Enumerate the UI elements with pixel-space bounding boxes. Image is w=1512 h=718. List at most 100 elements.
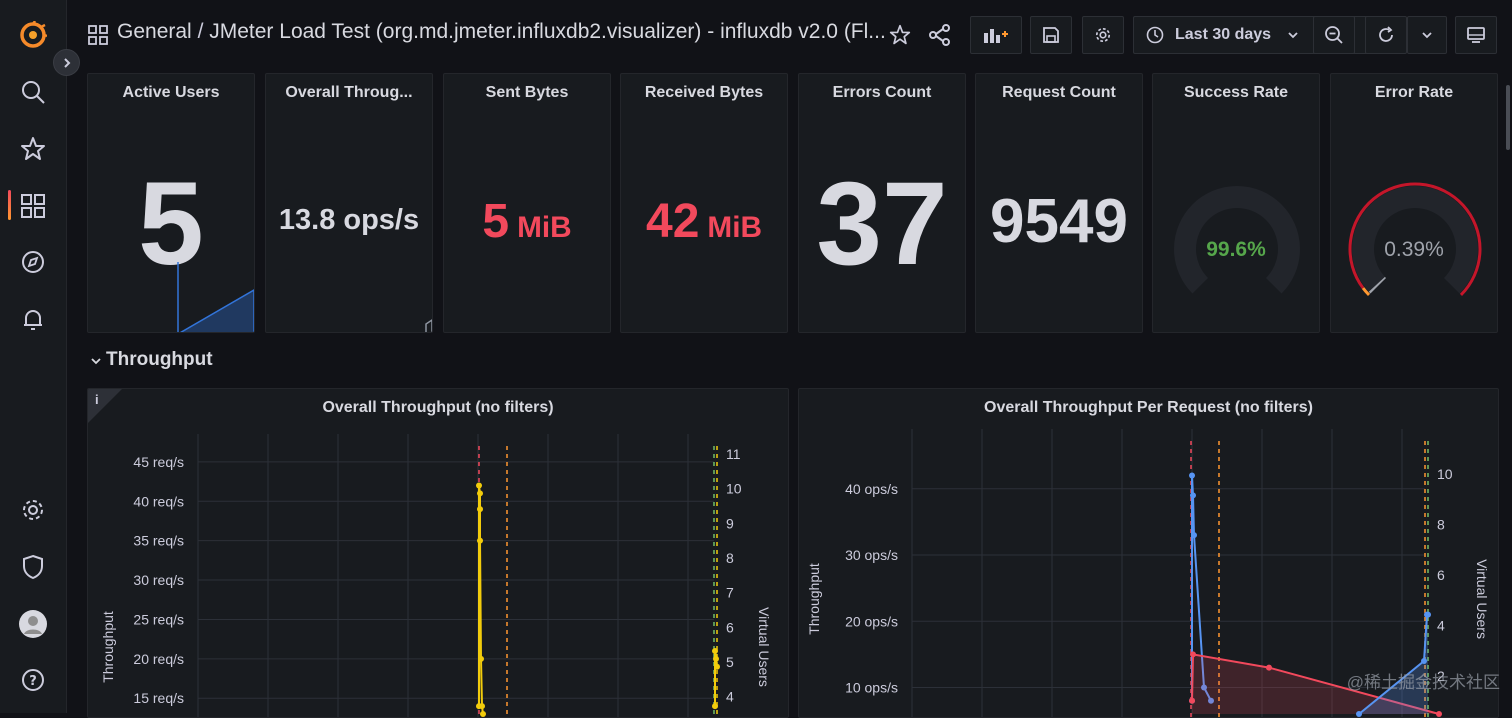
series-point	[1191, 532, 1197, 538]
stat-panel: Success Rate 99.6%	[1152, 73, 1320, 333]
stat-title[interactable]: Success Rate	[1153, 84, 1319, 102]
refresh-interval-dropdown[interactable]	[1407, 16, 1447, 54]
stat-value-unit: MiB	[707, 211, 762, 244]
series-point	[476, 483, 482, 489]
help-icon[interactable]: ?	[18, 665, 48, 695]
sidebar: ?	[0, 0, 67, 713]
zoom-out-icon	[1324, 25, 1344, 45]
refresh-icon	[1376, 25, 1396, 45]
explore-compass-icon[interactable]	[18, 247, 48, 277]
stat-title[interactable]: Request Count	[976, 84, 1142, 102]
avatar[interactable]	[18, 609, 48, 639]
throughput-chart[interactable]: 45 req/s40 req/s35 req/s30 req/s25 req/s…	[88, 389, 789, 718]
stat-title[interactable]: Sent Bytes	[444, 84, 610, 102]
series-point	[480, 711, 486, 717]
scrollbar[interactable]	[1506, 85, 1510, 150]
gear-icon[interactable]	[18, 495, 48, 525]
y-tick-label: 20 ops/s	[845, 613, 898, 629]
svg-text:?: ?	[29, 674, 37, 689]
y-tick-label: 25 req/s	[133, 611, 184, 627]
search-icon[interactable]	[18, 77, 48, 107]
share-icon[interactable]	[925, 20, 955, 50]
y2-tick-label: 8	[1437, 517, 1445, 533]
top-navbar: General / JMeter Load Test (org.md.jmete…	[67, 0, 1512, 70]
stat-panel: Error Rate 0.39%	[1330, 73, 1498, 333]
stat-value: 0.39%	[1331, 238, 1497, 262]
series-line	[479, 486, 483, 714]
settings-gear-icon	[1094, 26, 1112, 44]
row-collapse-icon[interactable]	[90, 354, 102, 372]
stat-value: 99.6%	[1153, 238, 1319, 262]
stat-value: 9549	[976, 186, 1142, 257]
stat-panel: Overall Throug...13.8 ops/s	[265, 73, 433, 333]
y2-tick-label: 8	[726, 550, 734, 566]
watermark: @稀土掘金技术社区	[1347, 668, 1500, 693]
chevron-down-icon	[1421, 29, 1433, 41]
grafana-logo-icon[interactable]	[18, 20, 48, 50]
y2-tick-label: 7	[726, 585, 734, 601]
breadcrumb-separator: /	[198, 20, 204, 43]
breadcrumb: General / JMeter Load Test (org.md.jmete…	[117, 20, 897, 44]
y-tick-label: 35 req/s	[133, 533, 184, 549]
stat-panel: Request Count 9549	[975, 73, 1143, 333]
clock-icon	[1146, 26, 1164, 44]
series-point	[713, 656, 719, 662]
y2-tick-label: 11	[726, 446, 741, 462]
y2-tick-label: 10	[726, 481, 742, 497]
dashboards-icon[interactable]	[18, 191, 48, 221]
series-point	[714, 664, 720, 670]
y-tick-label: 40 ops/s	[845, 481, 898, 497]
y2-tick-label: 9	[726, 515, 734, 531]
favorite-star-icon[interactable]	[885, 20, 915, 50]
stat-value-unit: MiB	[517, 211, 572, 244]
y-axis-label: Throughput	[100, 611, 116, 683]
series-point	[1189, 698, 1195, 704]
series-point	[712, 703, 718, 709]
series-point	[1436, 711, 1442, 717]
dashboard-grid-icon	[88, 25, 108, 50]
series-point	[1266, 665, 1272, 671]
series-point	[1421, 658, 1427, 664]
series-point	[477, 506, 483, 512]
stat-value-number: 37	[816, 158, 947, 290]
stat-title[interactable]: Received Bytes	[621, 84, 787, 102]
sparkline	[88, 74, 255, 333]
monitor-icon	[1466, 26, 1486, 44]
y2-tick-label: 5	[726, 654, 734, 670]
y-tick-label: 15 req/s	[133, 690, 184, 706]
series-point	[1425, 612, 1431, 618]
chevron-right-icon	[61, 57, 73, 69]
stat-value-number: 42	[646, 195, 699, 248]
stat-value: 42MiB	[621, 194, 787, 249]
shield-icon[interactable]	[18, 552, 48, 582]
expand-sidebar-button[interactable]	[53, 49, 80, 76]
stat-title[interactable]: Errors Count	[799, 84, 965, 102]
stat-value-number: 5	[482, 195, 509, 248]
sparkline	[266, 74, 433, 333]
alerting-bell-icon[interactable]	[18, 304, 48, 334]
series-point	[478, 656, 484, 662]
sparkline-area	[178, 262, 254, 333]
refresh-button[interactable]	[1365, 16, 1407, 54]
stat-value: 5MiB	[444, 194, 610, 249]
panel-overall-throughput: i Overall Throughput (no filters) 45 req…	[87, 388, 789, 718]
breadcrumb-folder[interactable]: General	[117, 20, 192, 43]
row-title-throughput[interactable]: Throughput	[106, 349, 213, 371]
time-range-label: Last 30 days	[1175, 26, 1271, 44]
y2-tick-label: 6	[1437, 567, 1445, 583]
add-panel-button[interactable]	[970, 16, 1022, 54]
series-point	[477, 538, 483, 544]
star-icon[interactable]	[18, 134, 48, 164]
sparkline-line	[426, 320, 432, 332]
save-dashboard-button[interactable]	[1030, 16, 1072, 54]
stat-panel: Active Users5	[87, 73, 255, 333]
zoom-out-button[interactable]	[1313, 16, 1355, 54]
series-point	[1356, 711, 1362, 717]
dashboard-settings-button[interactable]	[1082, 16, 1124, 54]
y-tick-label: 10 ops/s	[845, 680, 898, 696]
breadcrumb-dashboard-title[interactable]: JMeter Load Test (org.md.jmeter.influxdb…	[209, 20, 886, 43]
y-tick-label: 45 req/s	[133, 454, 184, 470]
stat-title[interactable]: Error Rate	[1331, 84, 1497, 102]
view-mode-button[interactable]	[1455, 16, 1497, 54]
series-point	[1190, 651, 1196, 657]
